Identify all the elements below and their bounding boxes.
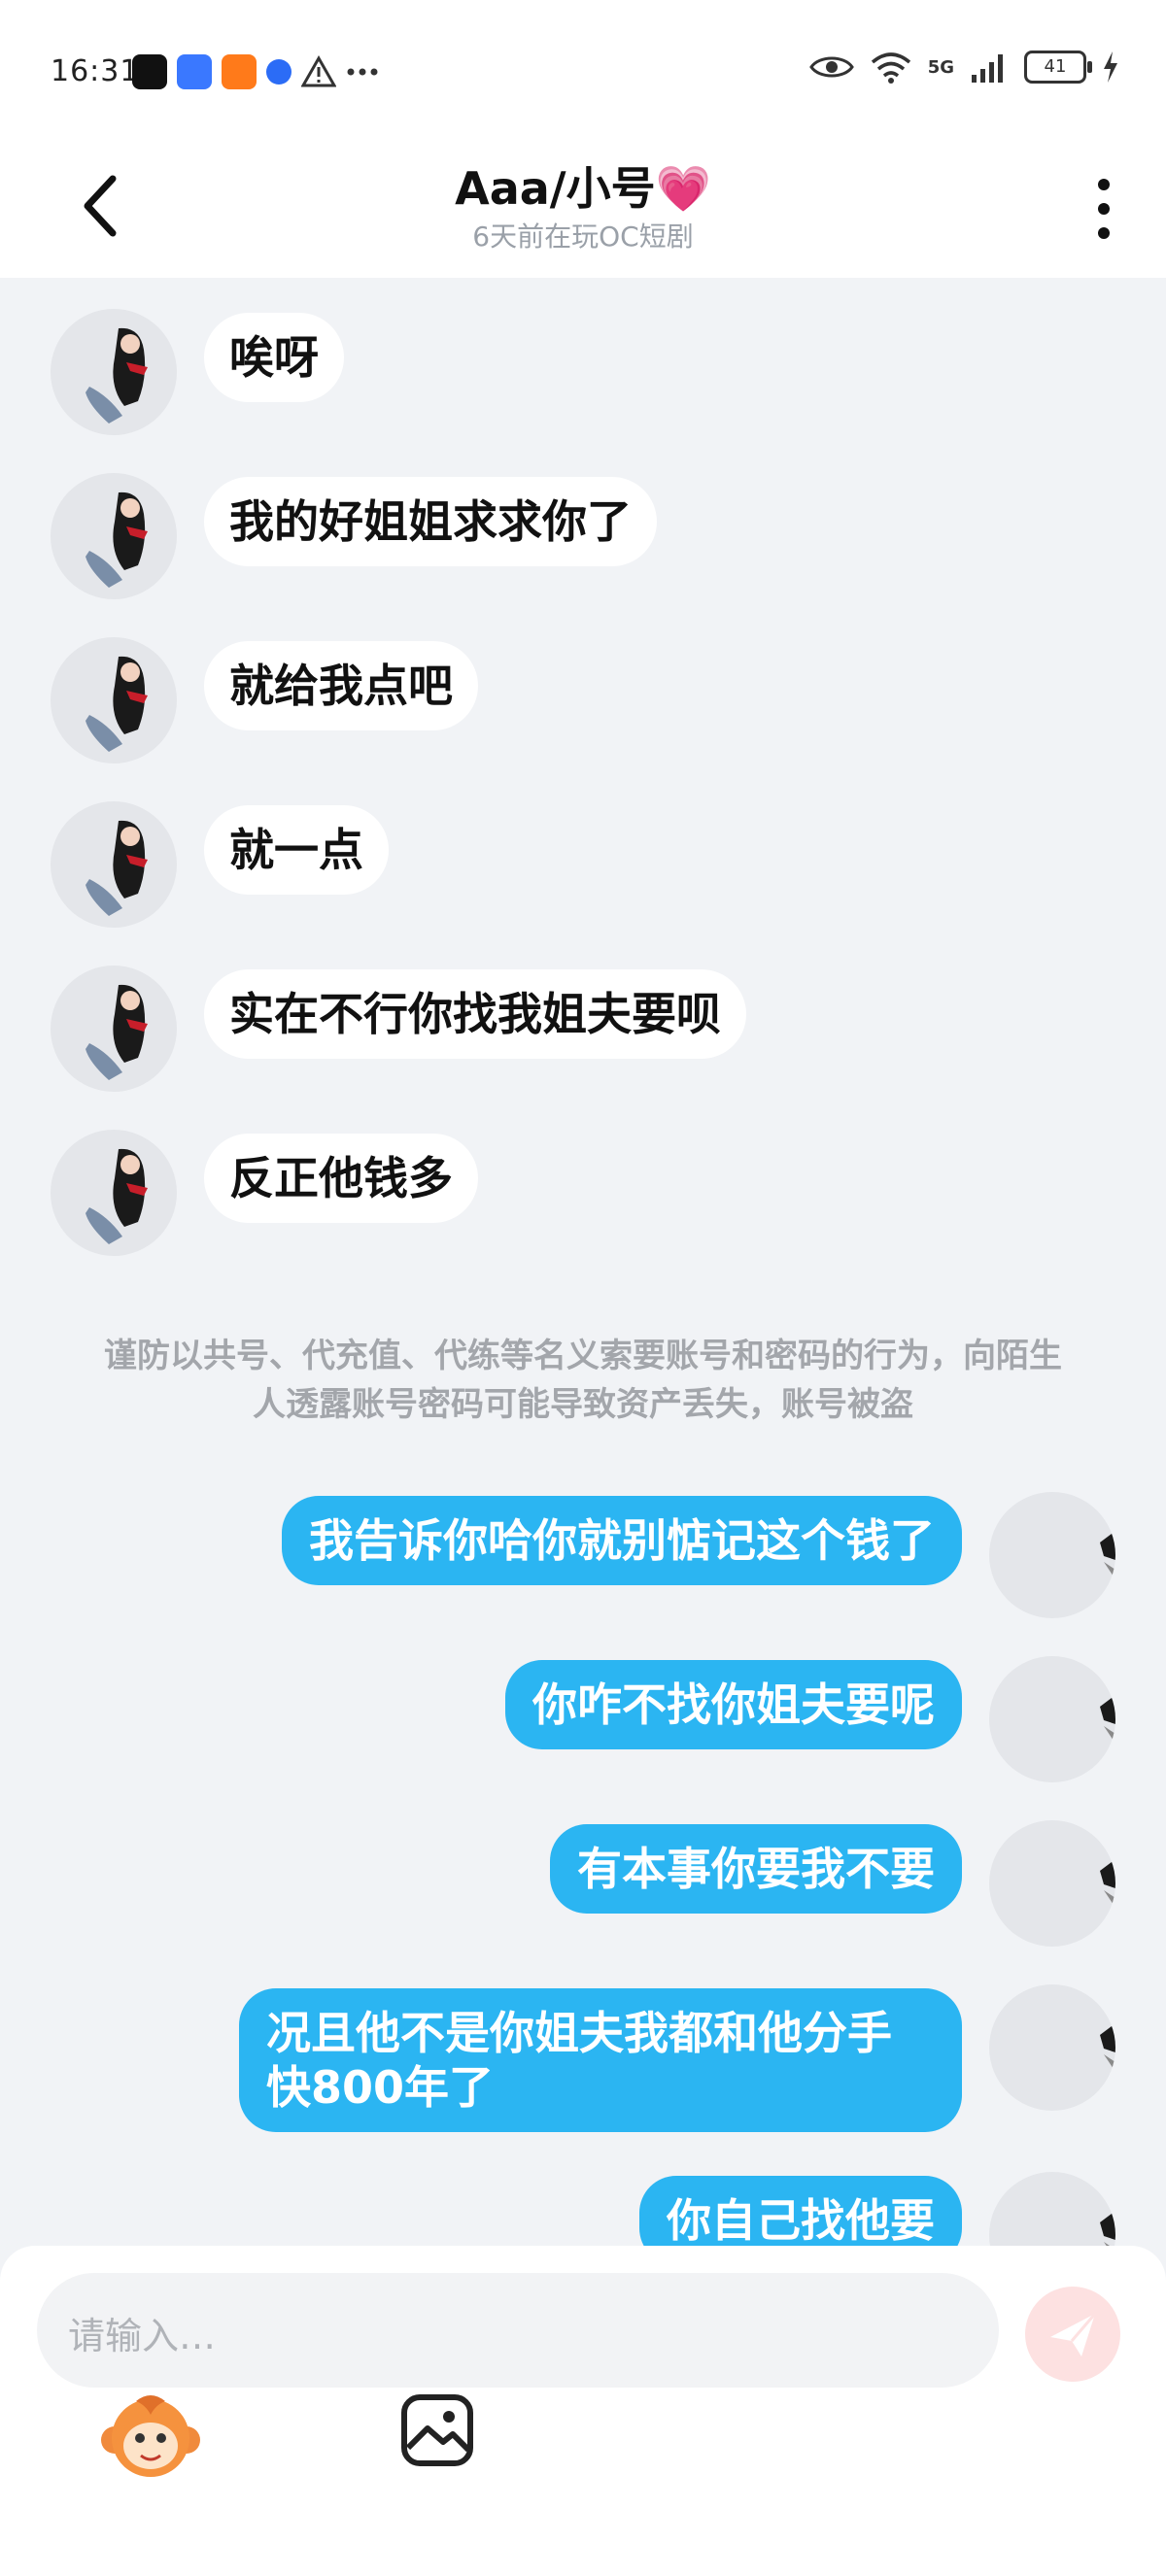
message-received: 我的好姐姐求求你了 [51,473,657,599]
chat-header: Aaa/小号💗 6天前在玩OC短剧 [0,136,1166,278]
message-bubble[interactable]: 唉呀 [204,313,344,402]
message-list[interactable]: 唉呀 我的好姐姐求求你了 就给我点吧 就一点 实在不行你找我姐夫要呗 反正他钱多… [0,278,1166,2250]
contact-avatar[interactable] [51,801,177,928]
monkey-emoji-icon[interactable] [97,2382,204,2489]
safety-notice: 谨防以共号、代充值、代练等名义索要账号和密码的行为，向陌生人透露账号密码可能导致… [104,1337,1062,1424]
message-bubble[interactable]: 就一点 [204,805,389,895]
message-sent: 我告诉你哈你就别惦记这个钱了 [282,1492,1115,1618]
message-received: 唉呀 [51,309,344,435]
bolt-icon [1104,51,1117,83]
my-avatar[interactable] [989,1984,1115,2111]
contact-status: 6天前在玩OC短剧 [472,220,694,253]
my-avatar[interactable] [989,1820,1115,1947]
message-bubble[interactable]: 你咋不找你姐夫要呢 [505,1660,962,1749]
message-input[interactable]: 请输入… [37,2273,999,2388]
eye-icon [808,56,854,78]
my-avatar[interactable] [989,1492,1115,1618]
status-bar: 16:31 5G 41 [0,0,1166,136]
battery-icon: 41 [1024,51,1092,84]
network-label: 5G [927,56,954,78]
message-sent: 有本事你要我不要 [550,1820,1115,1947]
contact-avatar[interactable] [51,637,177,763]
contact-avatar[interactable] [51,473,177,599]
message-bubble[interactable]: 我的好姐姐求求你了 [204,477,657,566]
my-avatar[interactable] [989,2172,1115,2250]
message-bubble[interactable]: 反正他钱多 [204,1134,478,1223]
store-icon [177,54,212,89]
contact-name: Aaa/小号💗 [455,162,711,215]
warning-icon [301,55,336,87]
message-bubble[interactable]: 有本事你要我不要 [550,1824,962,1914]
system-icons: 5G 41 [808,51,1119,84]
my-avatar[interactable] [989,1656,1115,1782]
notification-icons [132,54,379,89]
browser-icon [266,59,292,85]
contact-avatar[interactable] [51,966,177,1092]
image-icon[interactable] [398,2391,476,2469]
message-sent: 况且他不是你姐夫我都和他分手快800年了 [239,1984,1115,2132]
message-received: 就一点 [51,801,389,928]
more-notifications-icon [347,68,378,76]
more-vertical-icon[interactable] [1088,175,1119,243]
composer: 请输入… [0,2246,1166,2576]
message-sent: 你咋不找你姐夫要呢 [505,1656,1115,1782]
contact-avatar[interactable] [51,1130,177,1256]
message-input-placeholder: 请输入… [68,2315,217,2357]
status-time: 16:31 [51,54,140,88]
shop-icon [222,54,257,89]
message-bubble[interactable]: 况且他不是你姐夫我都和他分手快800年了 [239,1988,962,2132]
message-received: 反正他钱多 [51,1130,478,1256]
signal-icon [972,54,1003,83]
message-sent: 你自己找他要 [639,2172,1115,2250]
message-bubble[interactable]: 实在不行你找我姐夫要呗 [204,969,746,1059]
contact-avatar[interactable] [51,309,177,435]
tiktok-icon [132,54,167,89]
message-bubble[interactable]: 我告诉你哈你就别惦记这个钱了 [282,1496,962,1585]
message-bubble[interactable]: 你自己找他要 [639,2176,962,2250]
battery-level: 41 [1044,56,1067,77]
paper-plane-icon [1050,2313,1097,2356]
wifi-icon [871,52,910,84]
message-bubble[interactable]: 就给我点吧 [204,641,478,730]
message-received: 就给我点吧 [51,637,478,763]
message-received: 实在不行你找我姐夫要呗 [51,966,746,1092]
send-button[interactable] [1025,2287,1120,2382]
